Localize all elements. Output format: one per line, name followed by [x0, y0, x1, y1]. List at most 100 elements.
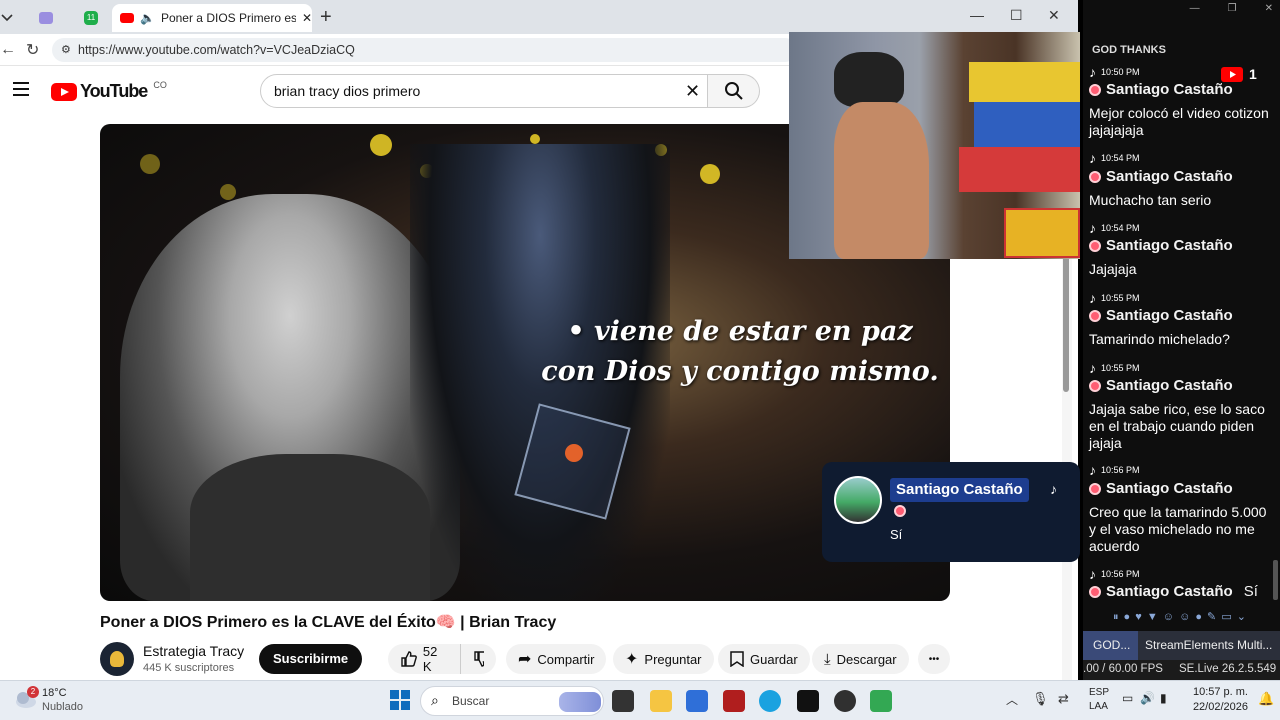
version-label: SE.Live 26.2.5.549: [1179, 663, 1277, 675]
tab-list-chevron-icon[interactable]: [0, 8, 16, 26]
weather-temp[interactable]: 18°C: [42, 687, 67, 699]
new-tab-button[interactable]: +: [320, 6, 332, 29]
thumbs-down-icon: [474, 651, 484, 667]
person-torso: [834, 102, 929, 259]
youtube-viewer-counter: 1: [1221, 66, 1257, 82]
tiktok-icon: ♪: [1089, 462, 1096, 478]
tiktok-icon: ♪: [1089, 566, 1096, 582]
save-button[interactable]: Guardar: [718, 644, 810, 674]
search-value: brian tracy dios primero: [274, 83, 421, 99]
streamer-app-icon[interactable]: [870, 690, 892, 712]
message-time: ♪ 10:50 PM: [1089, 64, 1140, 80]
youtube-play-icon: [51, 82, 77, 101]
reload-icon[interactable]: ↻: [26, 40, 39, 60]
fps-readout: .00 / 60.00 FPS: [1083, 663, 1163, 675]
camera-icon: [39, 12, 53, 24]
windows-start-icon[interactable]: [390, 690, 410, 710]
microphone-icon[interactable]: 🎙: [1032, 691, 1049, 707]
badge-icon: [1089, 170, 1101, 183]
menu-icon[interactable]: [13, 82, 29, 101]
tab-active[interactable]: 🔈 Poner a DIOS Primero es la CL ✕: [112, 4, 312, 32]
app-icon[interactable]: [723, 690, 745, 712]
store-icon[interactable]: [686, 690, 708, 712]
tray-app-icon[interactable]: ⇄: [1058, 691, 1069, 707]
taskbar-search[interactable]: ⌕ Buscar: [420, 686, 604, 716]
dock-tab-god[interactable]: GOD...: [1083, 631, 1138, 660]
back-arrow-icon[interactable]: ←: [0, 41, 16, 59]
video-caption: • viene de estar en paz con Dios y conti…: [530, 312, 950, 392]
message-user: Santiago Castaño: [1089, 81, 1233, 98]
message-time: ♪ 10:56 PM: [1089, 566, 1140, 582]
obs-status-bar: .00 / 60.00 FPS SE.Live 26.2.5.549: [1083, 660, 1280, 680]
network-icon[interactable]: ▭: [1122, 691, 1133, 705]
tiktok-app-icon[interactable]: [797, 690, 819, 712]
flag-red: [959, 147, 1080, 192]
thumbs-up-icon: [401, 651, 417, 667]
minimize-button[interactable]: —: [970, 7, 984, 23]
dislike-button[interactable]: [460, 644, 496, 674]
keyboard-layout[interactable]: LAA: [1089, 701, 1108, 712]
ask-button[interactable]: ✦ Preguntar: [613, 644, 714, 674]
clock-date[interactable]: 22/02/2026: [1192, 701, 1248, 713]
channel-avatar[interactable]: [100, 642, 134, 676]
edge-icon[interactable]: [759, 690, 781, 712]
stream-chat-panel: — ❐ ✕ GOD THANKS 1 ♪ 10:50 PM Santiago Ca…: [1083, 0, 1280, 680]
more-actions-button[interactable]: •••: [918, 644, 950, 674]
badge-icon: [1089, 83, 1101, 96]
tiktok-icon: ♪: [1050, 481, 1057, 497]
save-label: Guardar: [750, 651, 798, 667]
channel-name[interactable]: Estrategia Tracy: [143, 643, 244, 659]
message-user: Santiago Castaño: [1089, 237, 1233, 254]
battery-icon[interactable]: ▮: [1160, 691, 1167, 705]
chevron-up-icon[interactable]: ︿: [1006, 691, 1018, 708]
tiktok-icon: ♪: [1089, 360, 1096, 376]
chat-scroll-thumb[interactable]: [1273, 560, 1278, 600]
tab-title: Poner a DIOS Primero es la CL: [160, 11, 296, 25]
close-tab-icon[interactable]: ✕: [302, 11, 312, 25]
file-explorer-icon[interactable]: [650, 690, 672, 712]
youtube-icon: [1221, 66, 1243, 82]
speaker-icon: 🔈: [140, 11, 155, 25]
share-button[interactable]: ➦ Compartir: [506, 644, 607, 674]
like-button[interactable]: 52 K: [388, 644, 460, 674]
banner: [1004, 208, 1080, 258]
maximize-button[interactable]: ☐: [1010, 7, 1023, 24]
subscribe-button[interactable]: Suscribirme: [259, 644, 363, 674]
youtube-logo[interactable]: YouTube CO: [51, 80, 167, 102]
download-button[interactable]: ⤓ Descargar: [812, 644, 909, 674]
chat-close-icon[interactable]: ✕: [1265, 3, 1273, 17]
search-button[interactable]: [708, 74, 760, 108]
popup-avatar: [834, 476, 882, 524]
youtube-logo-text: YouTube: [80, 81, 148, 101]
clock-time[interactable]: 10:57 p. m.: [1192, 686, 1248, 698]
dock-tab-streamelements[interactable]: StreamElements Multi...: [1145, 631, 1280, 660]
task-view-icon[interactable]: [612, 690, 634, 712]
tab-1[interactable]: [26, 4, 66, 32]
message-time: ♪ 10:55 PM: [1089, 360, 1140, 376]
tiktok-icon: ♪: [1089, 290, 1096, 306]
volume-icon[interactable]: 🔊: [1140, 691, 1155, 705]
message-text: Jajajaja: [1089, 261, 1137, 277]
clear-search-icon[interactable]: ✕: [685, 75, 700, 107]
language-code[interactable]: ESP: [1089, 687, 1109, 698]
tab-2[interactable]: 11: [72, 4, 110, 32]
video-title: Poner a DIOS Primero es la CLAVE del Éxi…: [100, 614, 557, 631]
message-user: Santiago Castaño Sí: [1089, 583, 1258, 600]
bookmark-icon: [730, 651, 744, 667]
close-window-button[interactable]: ✕: [1048, 7, 1060, 24]
chat-restore-icon[interactable]: ❐: [1228, 3, 1237, 17]
obs-icon[interactable]: [834, 690, 856, 712]
chat-minimize-icon[interactable]: —: [1190, 3, 1200, 17]
weather-desc[interactable]: Nublado: [42, 701, 83, 713]
viewer-count: 1: [1249, 66, 1257, 82]
message-time: ♪ 10:54 PM: [1089, 220, 1140, 236]
search-input[interactable]: brian tracy dios primero ✕: [260, 74, 708, 108]
tab-bar: 11 🔈 Poner a DIOS Primero es la CL ✕ + —…: [0, 0, 1078, 34]
badge-icon: [1089, 482, 1101, 495]
flag-yellow: [969, 62, 1080, 102]
notifications-icon[interactable]: 🔔: [1258, 691, 1274, 707]
url-field[interactable]: ⚙ https://www.youtube.com/watch?v=VCJeaD…: [52, 38, 797, 62]
person-head: [834, 52, 904, 107]
emoji-bar[interactable]: ⏸ ● ♥ ▼ ☺ ☺ ● ✎ ▭ ⌄: [1113, 610, 1273, 628]
site-info-icon[interactable]: ⚙: [61, 38, 71, 62]
